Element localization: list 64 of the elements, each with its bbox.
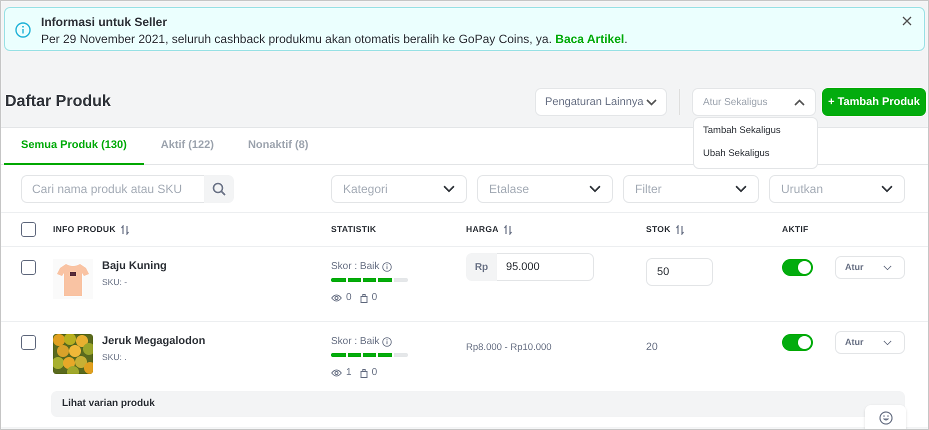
- tab[interactable]: Semua Produk (130): [4, 128, 144, 165]
- info-icon: [15, 22, 31, 38]
- active-toggle[interactable]: [782, 334, 813, 351]
- price-field[interactable]: 95.000: [497, 253, 594, 281]
- stock-field[interactable]: 50: [646, 258, 713, 286]
- bag-icon: [360, 368, 368, 378]
- info-icon[interactable]: [382, 336, 392, 346]
- column-header: INFO PRODUK: [53, 223, 116, 236]
- chevron-down-icon: [881, 184, 893, 192]
- view-count: 1: [346, 366, 352, 380]
- currency-prefix: Rp: [466, 253, 497, 281]
- add-product-button[interactable]: + Tambah Produk: [822, 88, 926, 116]
- stock-value: 20: [646, 341, 658, 353]
- product-name[interactable]: Baju Kuning: [102, 259, 167, 273]
- tab[interactable]: Aktif (122): [144, 128, 231, 165]
- eye-icon: [331, 368, 342, 376]
- manage-dropdown[interactable]: Atur: [835, 256, 905, 279]
- menu-item[interactable]: Ubah Sekaligus: [694, 143, 817, 166]
- sort-icon[interactable]: [676, 224, 684, 234]
- tab[interactable]: Nonaktif (8): [230, 128, 326, 165]
- checkbox[interactable]: [21, 335, 36, 350]
- column-header: STATISTIK: [331, 223, 376, 236]
- feedback-button[interactable]: [865, 405, 906, 429]
- product-name[interactable]: Jeruk Megagalodon: [102, 334, 206, 348]
- checkbox[interactable]: [21, 222, 36, 237]
- chevron-down-icon: [883, 340, 892, 346]
- active-toggle[interactable]: [782, 259, 813, 276]
- sold-count: 0: [372, 366, 378, 380]
- chevron-down-icon: [443, 184, 455, 192]
- score-label: Skor : Baik: [331, 335, 380, 349]
- settings-dropdown[interactable]: Pengaturan Lainnya: [535, 88, 667, 116]
- article-link[interactable]: Baca Artikel: [555, 32, 624, 46]
- page-title: Daftar Produk: [5, 92, 112, 112]
- chevron-down-icon: [883, 264, 892, 270]
- sold-count: 0: [372, 291, 378, 305]
- banner-message: Per 29 November 2021, seluruh cashback produkmu akan otomatis beralih ke GoPay Coins, ya. Baca Artikel.: [41, 31, 629, 48]
- product-sku: SKU: .: [102, 351, 128, 364]
- menu-item[interactable]: Tambah Sekaligus: [694, 120, 817, 143]
- bag-icon: [360, 292, 368, 302]
- product-sku: SKU: -: [102, 276, 128, 289]
- sort-icon[interactable]: [504, 224, 512, 234]
- bulk-action-select[interactable]: Atur Sekaligus: [692, 88, 816, 116]
- sort-icon[interactable]: [120, 224, 129, 234]
- chevron-down-icon: [589, 184, 601, 192]
- search-icon[interactable]: [212, 182, 226, 196]
- column-header: HARGA: [466, 223, 499, 236]
- smile-icon: [878, 411, 892, 425]
- search-button[interactable]: [204, 174, 234, 202]
- search-field[interactable]: Cari nama produk atau SKU: [21, 174, 204, 202]
- chevron-down-icon: [646, 98, 657, 106]
- banner-title: Informasi untuk Seller: [41, 14, 168, 30]
- manage-dropdown[interactable]: Atur: [835, 331, 905, 354]
- score-label: Skor : Baik: [331, 260, 380, 274]
- checkbox[interactable]: [21, 260, 36, 275]
- column-header: STOK: [646, 223, 671, 236]
- view-count: 0: [346, 291, 352, 305]
- column-header: AKTIF: [782, 223, 809, 236]
- eye-icon: [331, 294, 342, 302]
- chevron-down-icon: [735, 184, 747, 192]
- price-range: Rp8.000 - Rp10.000: [466, 342, 552, 353]
- info-icon[interactable]: [382, 262, 392, 272]
- close-icon[interactable]: [902, 16, 912, 26]
- chevron-up-icon: [794, 98, 805, 106]
- variant-toggle[interactable]: Lihat varian produk: [51, 390, 905, 416]
